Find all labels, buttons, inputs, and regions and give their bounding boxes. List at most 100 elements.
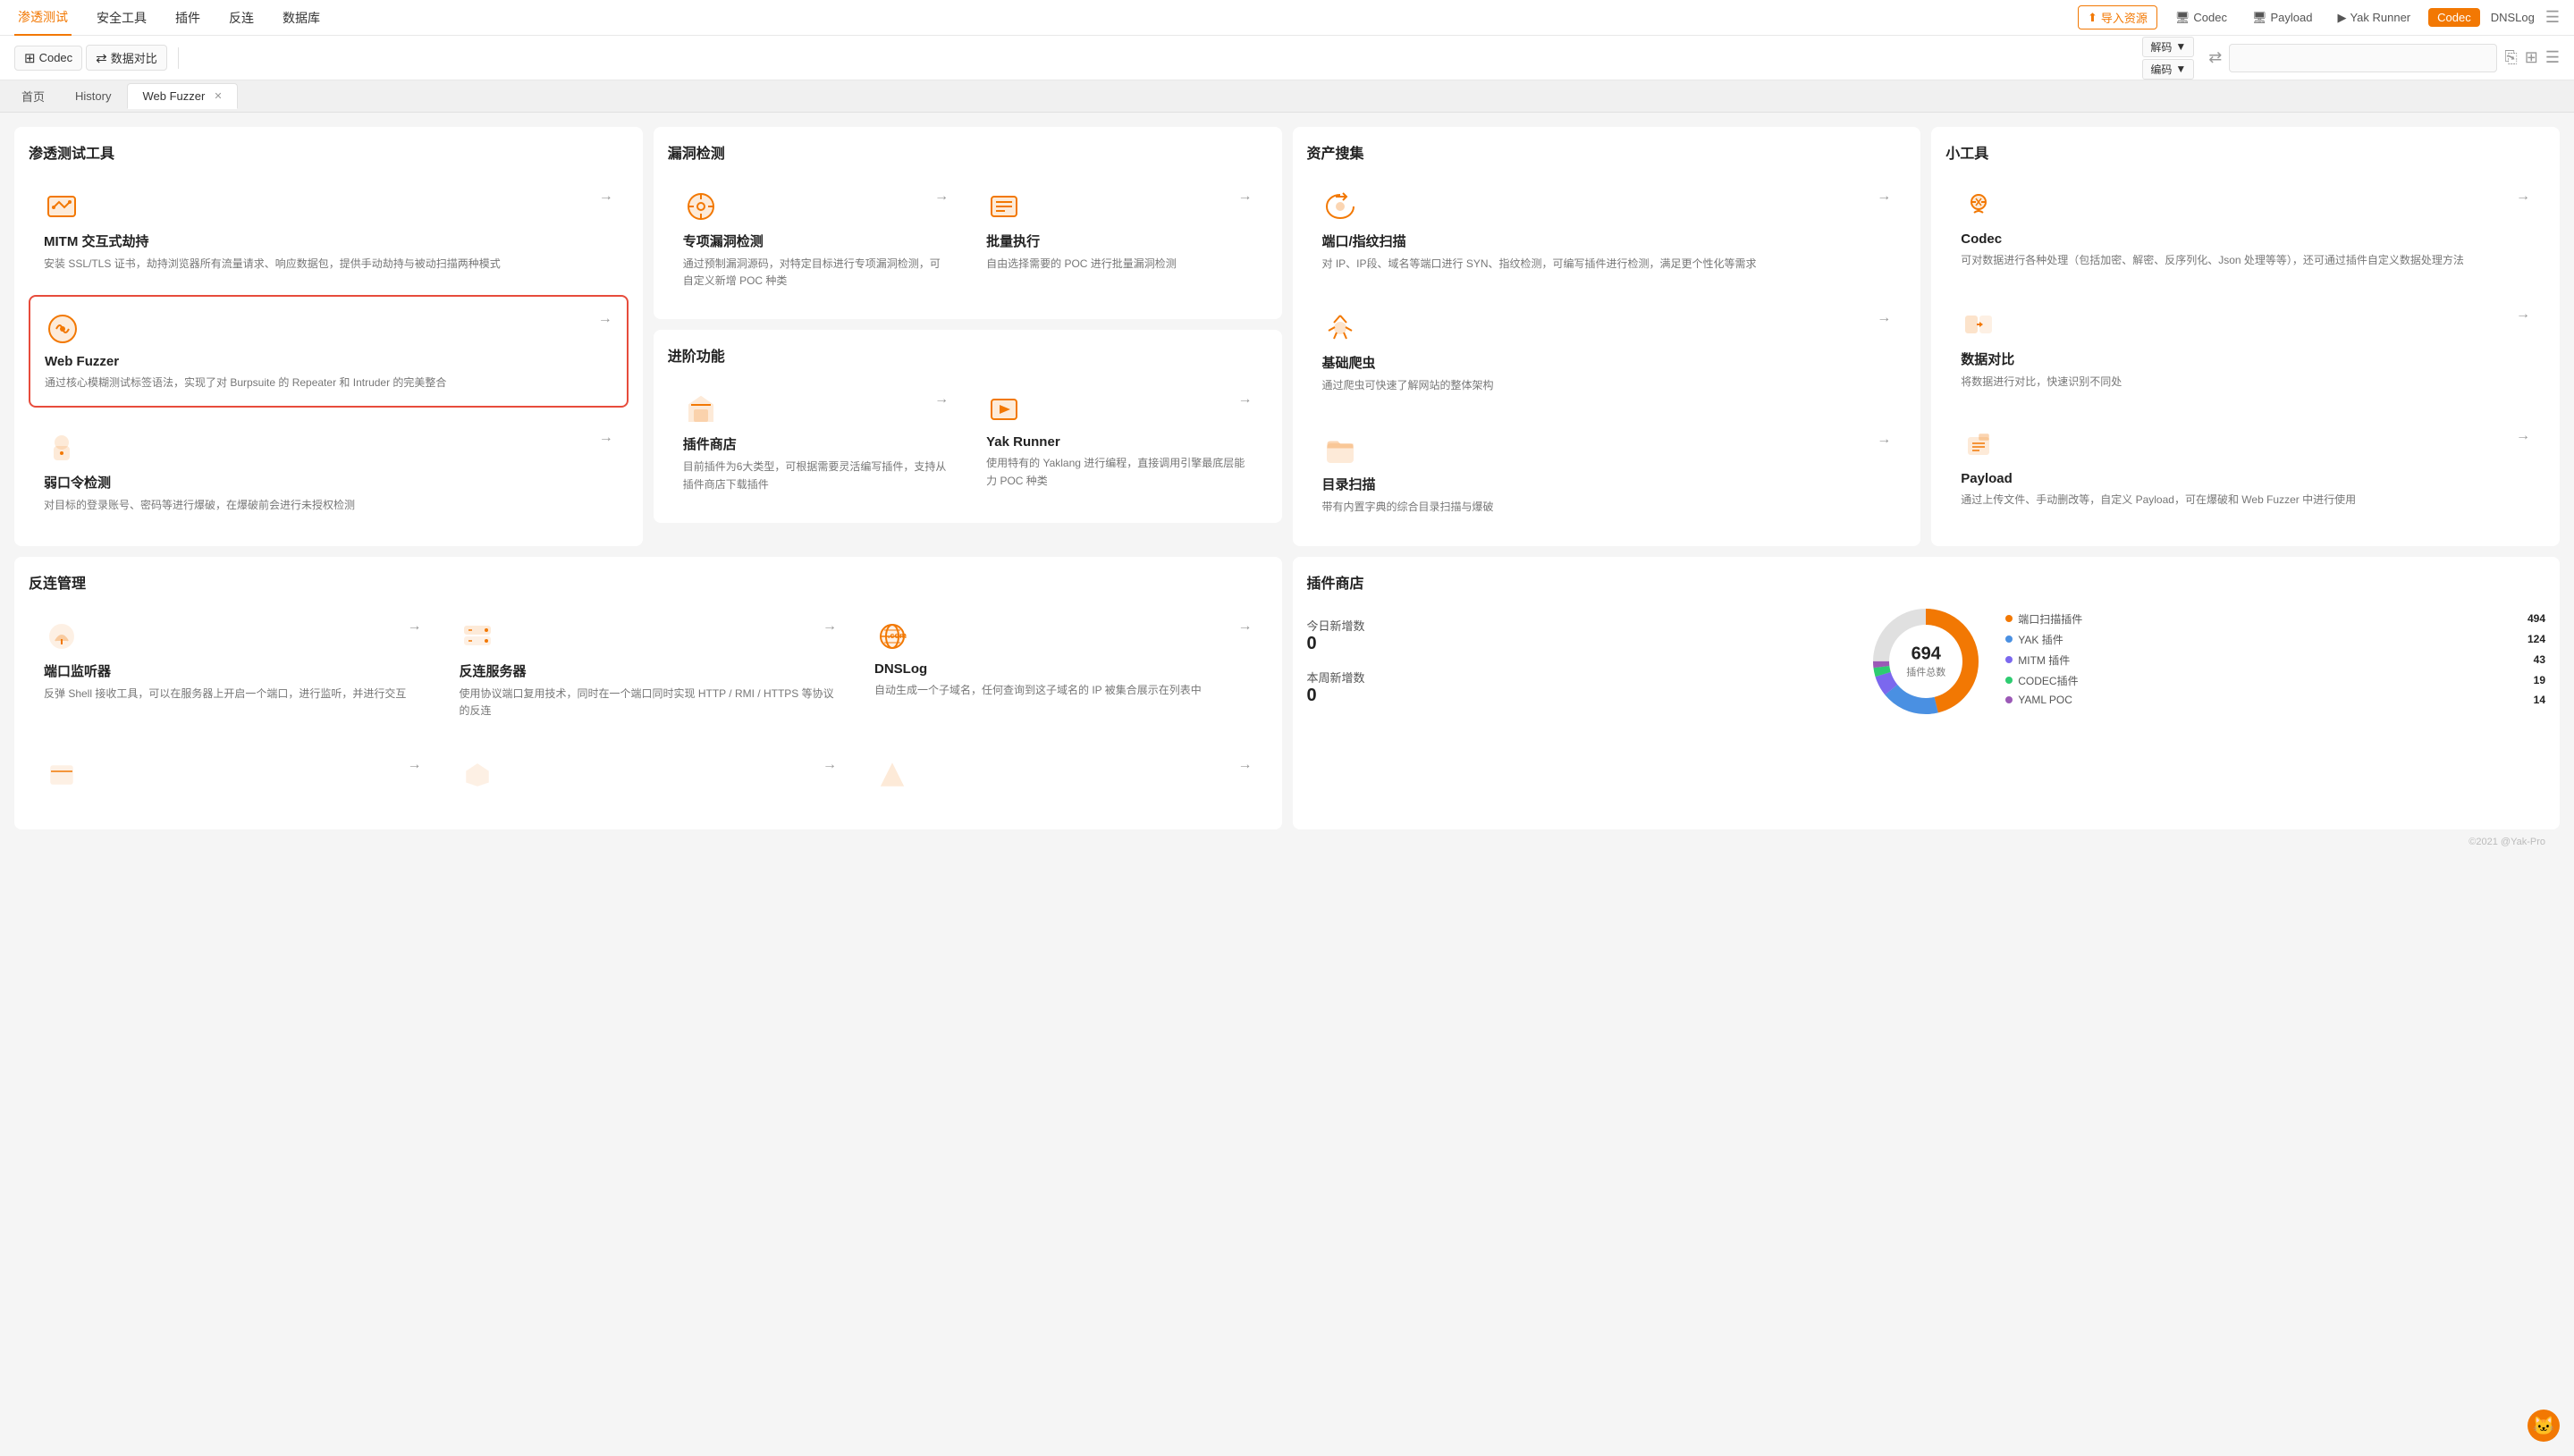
plugin-store-name: 插件商店 bbox=[683, 434, 949, 453]
top-nav: 渗透测试 安全工具 插件 反连 数据库 ⬆ 导入资源 🖥 Codec 🖥 Pay… bbox=[0, 0, 2574, 36]
legend-dot-yak bbox=[2005, 635, 2013, 643]
yak-runner-nav-icon: ▶ bbox=[2337, 11, 2346, 25]
extra-3-icon bbox=[874, 757, 910, 793]
week-new-stat: 本周新增数 0 bbox=[1307, 669, 1847, 706]
legend-port-scan: 端口扫描插件 494 bbox=[2005, 611, 2545, 627]
tool-batch-exec[interactable]: → 批量执行 自由选择需要的 POC 进行批量漏洞检测 bbox=[971, 173, 1267, 305]
tool-crawler[interactable]: → 基础爬虫 通过爬虫可快速了解网站的整体架构 bbox=[1307, 295, 1907, 409]
tool-weak-pwd[interactable]: → 弱口令检测 对目标的登录账号、密码等进行爆破，在爆破前会进行未授权检测 bbox=[29, 415, 629, 529]
codec-card-arrow: → bbox=[2516, 189, 2530, 205]
tool-codec[interactable]: → Codec 可对数据进行各种处理（包括加密、解密、反序列化、Json 处理等… bbox=[1945, 173, 2545, 284]
weakpwd-name: 弱口令检测 bbox=[44, 473, 613, 492]
nav-reverse[interactable]: 反连 bbox=[225, 0, 257, 36]
webfuzzer-desc: 通过核心模糊测试标签语法，实现了对 Burpsuite 的 Repeater 和… bbox=[45, 375, 612, 391]
dir-scan-arrow: → bbox=[1877, 432, 1891, 448]
today-new-stat: 今日新增数 0 bbox=[1307, 617, 1847, 654]
tool-webfuzzer-header: → bbox=[45, 311, 612, 347]
reverse-conn-grid: → 端口监听器 反弹 Shell 接收工具，可以在服务器上开启一个端口，进行监听… bbox=[29, 603, 1268, 735]
dnslog-card-arrow: → bbox=[1238, 619, 1253, 635]
data-compare-label: 数据对比 bbox=[111, 49, 157, 66]
extra-1-arrow: → bbox=[408, 757, 422, 773]
input-area[interactable] bbox=[2229, 44, 2497, 72]
codec-nav-label: Codec bbox=[2193, 11, 2227, 24]
data-compare-card-arrow: → bbox=[2516, 307, 2530, 323]
port-scan-arrow: → bbox=[1877, 189, 1891, 205]
main-content: 渗透测试工具 → MITM 交互式劫持 安装 SSL/TLS 证书，劫持浏览器所… bbox=[0, 113, 2574, 869]
import-resource-btn[interactable]: ⬆ 导入资源 bbox=[2078, 5, 2157, 29]
tool-extra-3[interactable]: → bbox=[859, 742, 1268, 815]
plugin-legend: 端口扫描插件 494 YAK 插件 124 MITM 插件 43 bbox=[2005, 611, 2545, 711]
tool-mitm-header: → bbox=[44, 189, 613, 224]
tool-data-compare[interactable]: → 数据对比 将数据进行对比，快速识别不同处 bbox=[1945, 291, 2545, 406]
tab-close-icon[interactable]: ✕ bbox=[214, 90, 222, 102]
tool-web-fuzzer[interactable]: → Web Fuzzer 通过核心模糊测试标签语法，实现了对 Burpsuite… bbox=[29, 295, 629, 408]
tab-web-fuzzer[interactable]: Web Fuzzer ✕ bbox=[127, 83, 237, 109]
encode-btn[interactable]: 编码 ▼ bbox=[2142, 59, 2194, 80]
nav-security-tools[interactable]: 安全工具 bbox=[93, 0, 150, 36]
tool-vuln-special[interactable]: → 专项漏洞检测 通过预制漏洞源码，对特定目标进行专项漏洞检测，可自定义新增 P… bbox=[668, 173, 964, 305]
menu-expand-icon[interactable]: ☰ bbox=[2545, 8, 2560, 27]
port-scan-name: 端口/指纹扫描 bbox=[1322, 231, 1892, 250]
extra-2-arrow: → bbox=[823, 757, 837, 773]
expand-icon[interactable]: ⊞ bbox=[2525, 48, 2538, 67]
corner-badge[interactable]: 🐱 bbox=[2528, 1410, 2560, 1442]
nav-database[interactable]: 数据库 bbox=[279, 0, 324, 36]
copy-icon[interactable]: ⎘ bbox=[2504, 48, 2517, 67]
decode-btn[interactable]: 解码 ▼ bbox=[2142, 37, 2194, 57]
decode-dropdown-icon: ▼ bbox=[2175, 40, 2186, 53]
tool-extra-2[interactable]: → bbox=[444, 742, 853, 815]
yak-runner-arrow: → bbox=[1238, 391, 1253, 408]
codec-toolbar-icon: ⊞ bbox=[24, 50, 36, 66]
tool-mitm[interactable]: → MITM 交互式劫持 安装 SSL/TLS 证书，劫持浏览器所有流量请求、响… bbox=[29, 173, 629, 288]
extra-2-header: → bbox=[460, 757, 838, 793]
tool-extra-1[interactable]: → bbox=[29, 742, 437, 815]
legend-name-yaml-poc: YAML POC bbox=[2018, 694, 2533, 706]
asset-title: 资产搜集 bbox=[1307, 141, 1907, 163]
today-new-value: 0 bbox=[1307, 634, 1847, 654]
crawler-icon bbox=[1322, 310, 1358, 346]
tab-history[interactable]: History bbox=[61, 84, 125, 108]
tab-home[interactable]: 首页 bbox=[7, 82, 59, 110]
nav-pentest[interactable]: 渗透测试 bbox=[14, 0, 72, 36]
extra-3-arrow: → bbox=[1238, 757, 1253, 773]
dir-scan-icon bbox=[1322, 432, 1358, 467]
legend-count-codec: 19 bbox=[2534, 674, 2545, 686]
vuln-special-icon bbox=[683, 189, 719, 224]
payload-card-desc: 通过上传文件、手动删改等，自定义 Payload，可在爆破和 Web Fuzze… bbox=[1961, 492, 2530, 509]
payload-card-icon bbox=[1961, 428, 1996, 464]
port-listener-desc: 反弹 Shell 接收工具，可以在服务器上开启一个端口，进行监听，并进行交互 bbox=[44, 686, 422, 703]
nav-plugins[interactable]: 插件 bbox=[172, 0, 204, 36]
encode-dropdown-icon: ▼ bbox=[2175, 63, 2186, 75]
codec-toolbar-btn[interactable]: ⊞ Codec bbox=[14, 46, 82, 71]
codec-nav-btn[interactable]: 🖥 Codec bbox=[2168, 7, 2234, 29]
tool-port-scan[interactable]: → 端口/指纹扫描 对 IP、IP段、域名等端口进行 SYN、指纹检测，可编写插… bbox=[1307, 173, 1907, 288]
legend-count-port-scan: 494 bbox=[2528, 612, 2545, 625]
copyright: ©2021 @Yak-Pro bbox=[14, 829, 2560, 854]
list-icon[interactable]: ☰ bbox=[2545, 48, 2560, 67]
dnslog-btn[interactable]: DNSLog bbox=[2491, 11, 2535, 24]
import-icon: ⬆ bbox=[2088, 11, 2097, 25]
payload-nav-btn[interactable]: 🖥 Payload bbox=[2245, 7, 2320, 29]
tool-dir-scan[interactable]: → 目录扫描 带有内置字典的综合目录扫描与爆破 bbox=[1307, 417, 1907, 531]
vuln-special-arrow: → bbox=[934, 189, 949, 205]
tool-payload[interactable]: → Payload 通过上传文件、手动删改等，自定义 Payload，可在爆破和… bbox=[1945, 413, 2545, 524]
tool-reverse-server[interactable]: → 反连服务器 使用协议端口复用技术，同时在一个端口同时实现 HTTP / RM… bbox=[444, 603, 853, 735]
pentest-title: 渗透测试工具 bbox=[29, 141, 629, 163]
swap-icon[interactable]: ⇄ bbox=[2208, 48, 2222, 67]
tool-port-listener[interactable]: → 端口监听器 反弹 Shell 接收工具，可以在服务器上开启一个端口，进行监听… bbox=[29, 603, 437, 735]
tool-dnslog[interactable]: .com → DNSLog 自动生成一个子域名，任何查询到这子域名的 IP 被集… bbox=[859, 603, 1268, 735]
data-compare-btn[interactable]: ⇄ 数据对比 bbox=[86, 45, 167, 71]
vuln-section: 漏洞检测 → 专项漏洞检测 通过预制漏洞源码，对特定目标进行专项漏洞检测，可自定… bbox=[654, 127, 1282, 319]
tool-yak-runner[interactable]: → Yak Runner 使用特有的 Yaklang 进行编程，直接调用引擎最底… bbox=[971, 376, 1267, 508]
tab-home-label: 首页 bbox=[21, 88, 45, 105]
dir-scan-header: → bbox=[1322, 432, 1892, 467]
codec-card-icon bbox=[1961, 189, 1996, 224]
legend-yaml-poc: YAML POC 14 bbox=[2005, 694, 2545, 706]
legend-count-yaml-poc: 14 bbox=[2534, 694, 2545, 706]
yak-runner-nav-btn[interactable]: ▶ Yak Runner bbox=[2330, 7, 2418, 29]
codec-active-btn[interactable]: Codec bbox=[2428, 8, 2480, 27]
mitm-icon bbox=[44, 189, 80, 224]
tool-plugin-store[interactable]: → 插件商店 目前插件为6大类型，可根据需要灵活编写插件，支持从插件商店下载插件 bbox=[668, 376, 964, 508]
legend-yak: YAK 插件 124 bbox=[2005, 632, 2545, 647]
codec-card-header: → bbox=[1961, 189, 2530, 224]
